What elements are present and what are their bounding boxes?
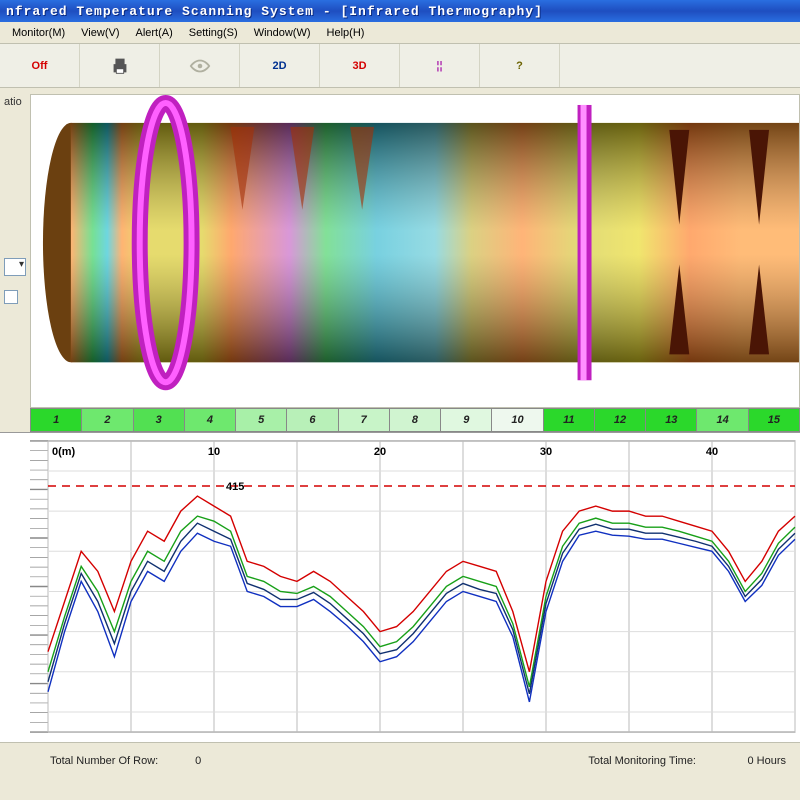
option-checkbox[interactable] xyxy=(4,290,18,304)
toolbar: Off 2D 3D ¦¦ ? xyxy=(0,44,800,88)
ruler-cell[interactable]: 9 xyxy=(440,408,491,432)
printer-icon xyxy=(106,55,134,77)
work-area: atio xyxy=(0,88,800,408)
ruler-cell[interactable]: 1 xyxy=(30,408,81,432)
kiln-3d-render xyxy=(31,95,799,404)
svg-text:20: 20 xyxy=(374,446,386,458)
ruler-cell[interactable]: 5 xyxy=(235,408,286,432)
ruler-cell[interactable]: 8 xyxy=(389,408,440,432)
menu-help[interactable]: Help(H) xyxy=(319,25,373,41)
svg-text:30: 30 xyxy=(540,446,552,458)
toolbar-help-button[interactable]: ? xyxy=(480,44,560,87)
ruler-cell[interactable]: 13 xyxy=(645,408,696,432)
menu-alert[interactable]: Alert(A) xyxy=(127,25,180,41)
left-option-pane: atio xyxy=(0,88,30,408)
thermal-3d-canvas[interactable] xyxy=(30,94,800,408)
svg-text:415: 415 xyxy=(226,481,244,493)
menu-setting[interactable]: Setting(S) xyxy=(181,25,246,41)
toolbar-2d-button[interactable]: 2D xyxy=(240,44,320,87)
cursor-bars-icon: ¦¦ xyxy=(436,60,442,72)
ruler-cell[interactable]: 3 xyxy=(133,408,184,432)
menu-monitor[interactable]: Monitor(M) xyxy=(4,25,73,41)
ruler-cell[interactable]: 10 xyxy=(491,408,542,432)
temperature-chart[interactable]: 10 20 30 40 0(m) 415 xyxy=(0,432,800,742)
toolbar-cursor-button[interactable]: ¦¦ xyxy=(400,44,480,87)
eye-icon xyxy=(186,55,214,77)
menu-view[interactable]: View(V) xyxy=(73,25,127,41)
menu-bar: Monitor(M) View(V) Alert(A) Setting(S) W… xyxy=(0,22,800,44)
ruler-cell[interactable]: 11 xyxy=(543,408,594,432)
toolbar-print-button[interactable] xyxy=(80,44,160,87)
left-label: atio xyxy=(4,96,26,108)
ruler-cell[interactable]: 14 xyxy=(696,408,747,432)
svg-text:40: 40 xyxy=(706,446,718,458)
rows-value: 0 xyxy=(158,755,238,767)
ruler-cell[interactable]: 4 xyxy=(184,408,235,432)
rows-label: Total Number Of Row: xyxy=(50,755,158,767)
time-label: Total Monitoring Time: xyxy=(588,755,696,767)
svg-text:10: 10 xyxy=(208,446,220,458)
ratio-dropdown[interactable] xyxy=(4,258,26,276)
window-titlebar: nfrared Temperature Scanning System - [I… xyxy=(0,0,800,22)
toolbar-3d-button[interactable]: 3D xyxy=(320,44,400,87)
menu-window[interactable]: Window(W) xyxy=(246,25,319,41)
toolbar-eye-button[interactable] xyxy=(160,44,240,87)
status-bar: Total Number Of Row: 0 Total Monitoring … xyxy=(0,742,800,778)
segment-ruler: 123456789101112131415 xyxy=(30,408,800,432)
time-value: 0 Hours xyxy=(696,755,786,767)
ruler-cell[interactable]: 7 xyxy=(338,408,389,432)
help-icon: ? xyxy=(516,60,523,72)
window-title: nfrared Temperature Scanning System - [I… xyxy=(6,4,543,19)
ruler-cell[interactable]: 2 xyxy=(81,408,132,432)
ruler-cell[interactable]: 15 xyxy=(748,408,800,432)
svg-text:0(m): 0(m) xyxy=(52,446,76,458)
ruler-cell[interactable]: 12 xyxy=(594,408,645,432)
toolbar-off-button[interactable]: Off xyxy=(0,44,80,87)
ruler-cell[interactable]: 6 xyxy=(286,408,337,432)
